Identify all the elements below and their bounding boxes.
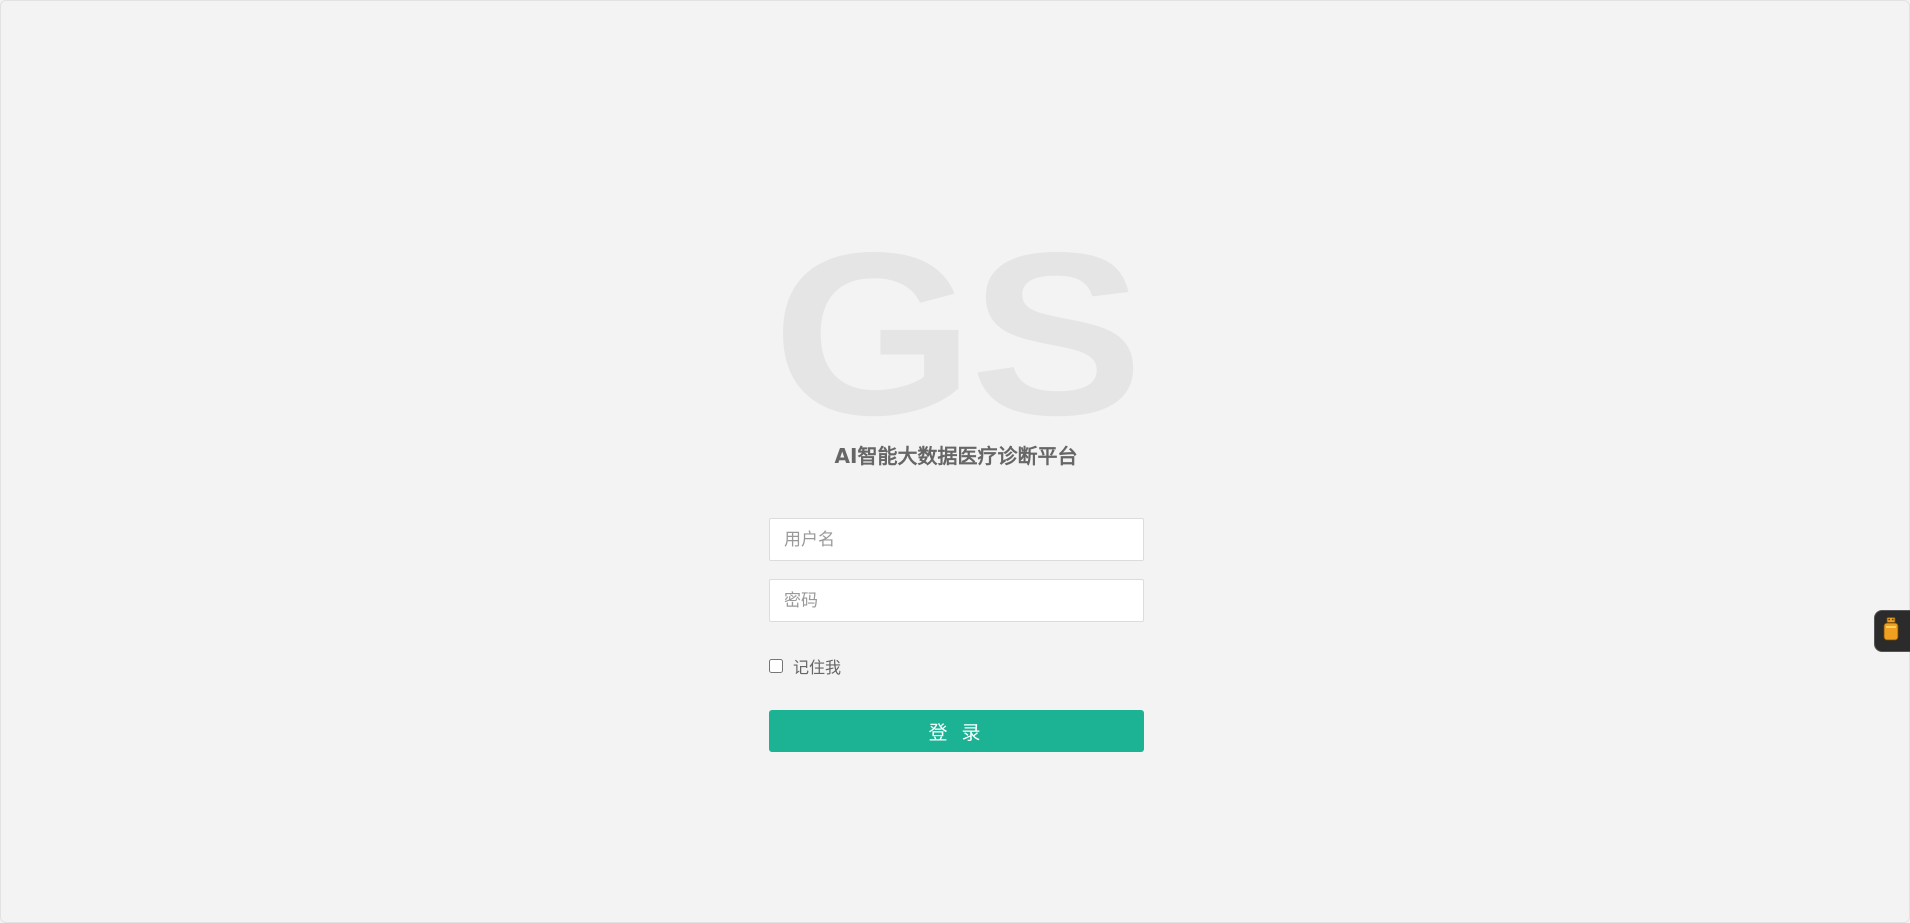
logo: GS xyxy=(1,219,1910,451)
page-title: AI智能大数据医疗诊断平台 xyxy=(834,444,1078,468)
password-input[interactable] xyxy=(769,579,1144,622)
remember-me-checkbox[interactable] xyxy=(769,659,783,673)
logo-text: GS xyxy=(772,205,1144,464)
remember-me-label: 记住我 xyxy=(793,658,842,677)
username-input[interactable] xyxy=(769,518,1144,561)
remember-me[interactable]: 记住我 xyxy=(769,654,841,678)
page-frame: GS AI智能大数据医疗诊断平台 记住我 登 录 xyxy=(0,0,1910,923)
extension-widget[interactable] xyxy=(1874,610,1910,652)
login-button[interactable]: 登 录 xyxy=(769,710,1144,752)
bottle-icon xyxy=(1883,617,1899,645)
